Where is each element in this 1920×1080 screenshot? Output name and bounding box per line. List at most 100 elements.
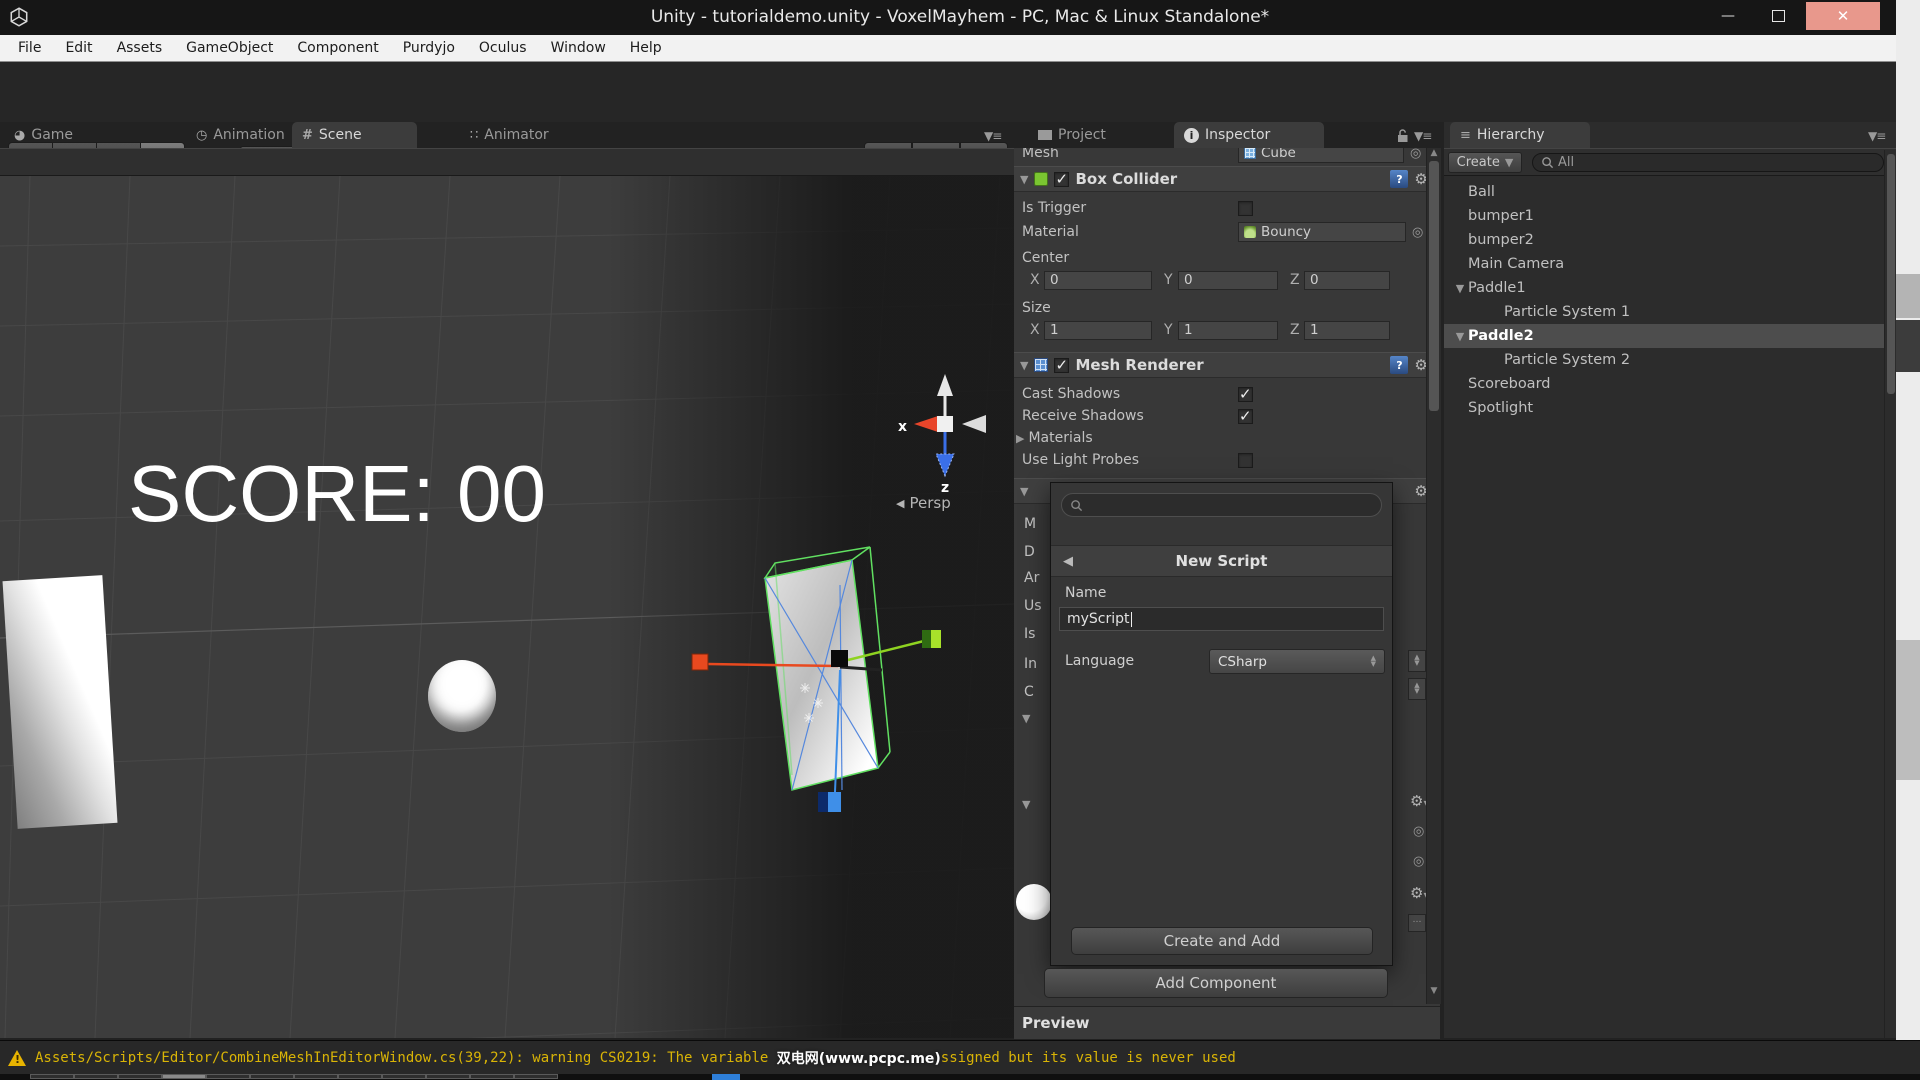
menu-help[interactable]: Help [618,40,674,56]
menu-edit[interactable]: Edit [53,40,104,56]
tab-game[interactable]: ◕ Game [4,122,83,148]
size-y-field[interactable]: 1 [1178,321,1278,340]
gizmo-center-cube[interactable] [937,416,953,432]
menu-gameobject[interactable]: GameObject [174,40,285,56]
bottom-edge-strip [0,1074,1920,1080]
orientation-gizmo[interactable]: x z [880,366,1010,496]
tab-animation[interactable]: ◷ Animation [186,122,295,148]
mesh-renderer-header[interactable]: ▼ Mesh Renderer ? ⚙▼ [1014,352,1440,378]
component-enabled-checkbox[interactable] [1054,172,1069,187]
use-light-probes-checkbox[interactable] [1238,453,1253,468]
hierarchy-item-paddle1[interactable]: ▼Paddle1 [1444,276,1884,300]
object-picker-icon[interactable]: ◎ [1412,225,1423,240]
foldout-icon[interactable]: ▼ [1020,485,1028,498]
menu-assets[interactable]: Assets [105,40,175,56]
x-axis-handle-cube[interactable] [692,654,708,670]
hierarchy-item-paddle2[interactable]: ▼Paddle2 [1444,324,1896,348]
center-z-field[interactable]: 0 [1304,271,1390,290]
tab-animator[interactable]: ∷ Animator [460,122,559,148]
hierarchy-item-spotlight[interactable]: Spotlight [1444,396,1908,420]
paddle1-object[interactable] [3,575,118,829]
maximize-button[interactable] [1756,2,1800,30]
hierarchy-list-icon: ≡ [1460,128,1471,143]
obscured-label: D [1024,544,1035,560]
tab-project[interactable]: Project [1028,122,1116,148]
center-x-field[interactable]: 0 [1044,271,1152,290]
create-button[interactable]: Create ▼ [1448,152,1522,173]
hierarchy-item-scoreboard[interactable]: Scoreboard [1444,372,1908,396]
y-axis-handle-cube[interactable] [922,630,941,648]
lock-icon[interactable] [1396,128,1409,143]
menu-oculus[interactable]: Oculus [467,40,539,56]
clock-icon: ◷ [196,128,207,143]
foldout-icon[interactable]: ▼ [1452,330,1468,343]
menu-file[interactable]: File [6,40,53,56]
scroll-down-icon[interactable]: ▼ [1427,986,1441,996]
size-x-field[interactable]: 1 [1044,321,1152,340]
hierarchy-item-bumper1[interactable]: bumper1 [1444,204,1908,228]
pane-menu-icon[interactable]: ▼≡ [984,129,1001,143]
foldout-icon[interactable]: ▼ [1452,282,1468,295]
is-trigger-checkbox[interactable] [1238,201,1253,216]
menu-purdyjo[interactable]: Purdyjo [391,40,467,56]
back-arrow-icon[interactable]: ◀ [1063,554,1073,569]
z-axis-handle-cube[interactable] [818,792,841,812]
gizmo-x-arrow[interactable] [914,416,938,432]
help-icon[interactable]: ? [1390,170,1408,188]
hierarchy-item-ball[interactable]: Ball [1444,180,1908,204]
status-bar[interactable]: Assets/Scripts/Editor/CombineMeshInEdito… [0,1040,1920,1074]
inspector-scrollbar[interactable]: ▲ ▼ [1426,148,1441,1004]
center-handle-cube[interactable] [831,650,848,667]
script-name-input[interactable]: myScript [1059,607,1384,631]
scrollbar-thumb[interactable] [1429,161,1439,411]
hierarchy-item-particle-system-2[interactable]: Particle System 2 [1444,348,1920,372]
scene-viewport[interactable]: SCORE: 00 [0,176,1014,1038]
materials-row[interactable]: ▶ Materials [1014,428,1426,448]
receive-shadows-checkbox[interactable] [1238,409,1253,424]
obscured-button[interactable]: … [1408,914,1426,932]
preview-bar[interactable]: Preview [1014,1006,1440,1039]
component-search-input[interactable] [1061,493,1382,517]
object-picker-icon[interactable]: ◎ [1413,854,1424,869]
obscured-stepper[interactable]: ▲▼ [1408,678,1426,700]
foldout-icon[interactable]: ▼ [1020,173,1028,186]
obscured-label: Is [1024,626,1035,642]
hierarchy-search-input[interactable]: All [1532,153,1884,172]
foldout-icon[interactable]: ▼ [1020,359,1028,372]
menu-window[interactable]: Window [539,40,618,56]
tab-scene[interactable]: # Scene [292,122,417,148]
paddle2-selected-object[interactable] [690,540,980,833]
hierarchy-item-bumper2[interactable]: bumper2 [1444,228,1908,252]
size-z-field[interactable]: 1 [1304,321,1390,340]
object-picker-icon[interactable]: ◎ [1413,824,1424,839]
tab-hierarchy[interactable]: ≡ Hierarchy [1450,122,1590,148]
perspective-label[interactable]: ◀ Persp [896,494,951,512]
material-field[interactable]: Bouncy [1238,222,1406,242]
create-and-add-button[interactable]: Create and Add [1071,927,1373,955]
box-collider-header[interactable]: ▼ Box Collider ? ⚙▼ [1014,166,1440,192]
minimize-button[interactable]: — [1706,2,1750,30]
hierarchy-item-particle-system-1[interactable]: Particle System 1 [1444,300,1920,324]
use-light-probes-row: Use Light Probes [1022,450,1432,470]
help-icon[interactable]: ? [1390,356,1408,374]
language-dropdown[interactable]: CSharp ▲▼ [1209,649,1385,674]
foldout-icon[interactable]: ▶ [1016,432,1024,445]
center-y-field[interactable]: 0 [1178,271,1278,290]
obscured-stepper[interactable]: ▲▼ [1408,650,1426,672]
foldout-icon[interactable]: ▼ [1022,798,1030,811]
add-component-button[interactable]: Add Component [1044,968,1388,998]
foldout-icon[interactable]: ▼ [1022,712,1030,725]
gizmo-right-arrow[interactable] [962,415,986,433]
menu-component[interactable]: Component [285,40,390,56]
name-label: Name [1065,585,1106,601]
tab-inspector[interactable]: i Inspector [1174,122,1324,148]
close-button[interactable]: ✕ [1806,2,1880,30]
pane-menu-icon[interactable]: ▼≡ [1868,129,1885,143]
cast-shadows-checkbox[interactable] [1238,387,1253,402]
scroll-up-icon[interactable]: ▲ [1427,148,1441,158]
component-enabled-checkbox[interactable] [1054,358,1069,373]
scrollbar-thumb[interactable] [1887,154,1895,394]
ball-object[interactable] [428,660,496,732]
pane-menu-icon[interactable]: ▼≡ [1414,129,1431,143]
hierarchy-item-main-camera[interactable]: Main Camera [1444,252,1908,276]
